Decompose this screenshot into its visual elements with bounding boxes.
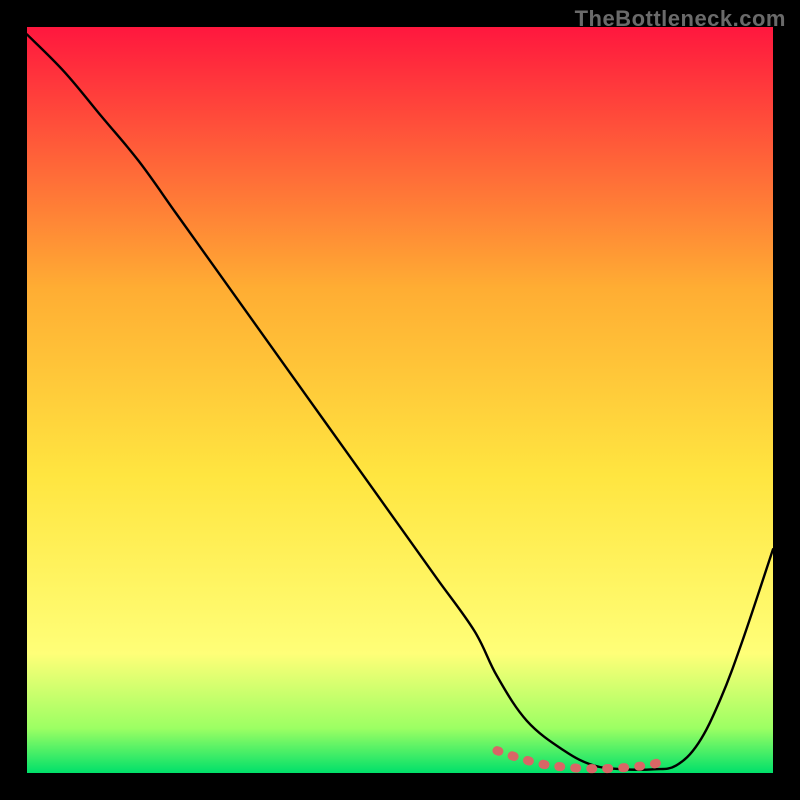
chart-area bbox=[27, 27, 773, 773]
chart-curves bbox=[27, 27, 773, 773]
bottleneck-curve-path bbox=[27, 34, 773, 769]
watermark-text: TheBottleneck.com bbox=[575, 6, 786, 32]
optimal-zone-path bbox=[497, 751, 669, 769]
